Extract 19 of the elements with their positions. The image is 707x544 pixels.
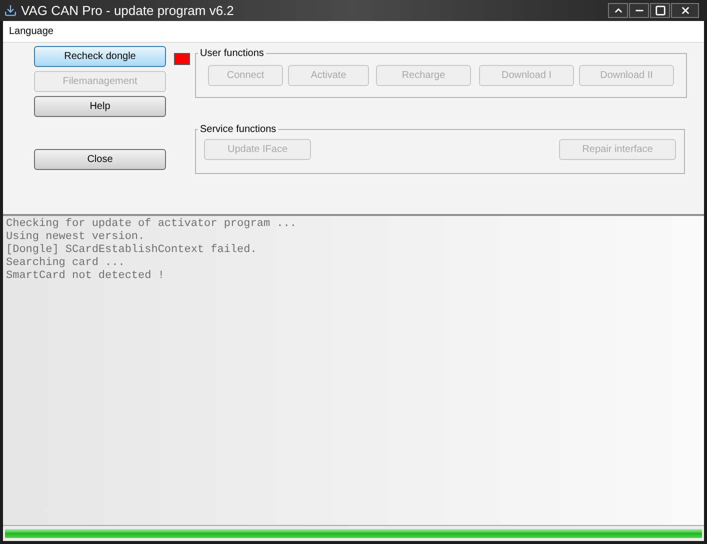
button[interactable]: Close xyxy=(34,149,166,170)
log-line: Using newest version. xyxy=(6,231,146,244)
group-title: Service functions xyxy=(199,123,278,137)
log-line: Checking for update of activator program ... xyxy=(6,218,298,231)
log-line: Searching card ... xyxy=(6,257,126,270)
button[interactable]: Recheck dongle xyxy=(34,46,166,67)
minimize-button[interactable] xyxy=(629,3,649,18)
close-button[interactable] xyxy=(671,3,699,18)
log-line: SmartCard not detected ! xyxy=(6,270,166,283)
maximize-button[interactable] xyxy=(650,3,670,18)
download-icon xyxy=(4,4,17,17)
log-line: [Dongle] SCardEstablishContext failed. xyxy=(6,244,258,257)
rollup-button[interactable] xyxy=(608,3,628,18)
menu-item[interactable]: Language xyxy=(9,24,54,39)
window-title: VAG CAN Pro - update program v6.2 xyxy=(21,2,234,20)
close-icon xyxy=(680,5,690,16)
group-title: User functions xyxy=(199,47,265,61)
maximize-icon xyxy=(654,5,666,16)
button[interactable]: Help xyxy=(34,96,166,117)
